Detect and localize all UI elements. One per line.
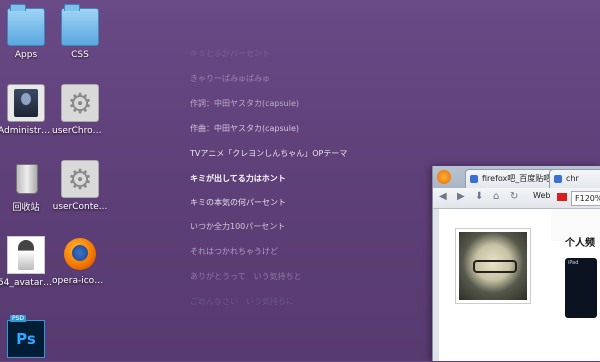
navigation-toolbar: ◀ ▶ ⬇ ⌂ ↻ Web F120% [433,188,600,209]
desktop-icon-recycle-bin[interactable]: 回收站 [0,160,54,213]
desktop-icon-label: CSS [71,50,89,60]
desktop-icon-opera-icon[interactable]: opera-icon... [52,236,108,286]
desktop-icon-apps[interactable]: Apps [0,4,54,60]
desktop-icon-administrator[interactable]: Administra... [0,84,54,136]
profile-photo[interactable] [455,228,531,304]
forward-icon[interactable]: ▶ [457,191,465,202]
desktop-icon-label: 回收站 [12,203,40,213]
section-title: 个人频 [565,238,595,249]
gear-file-icon [61,160,99,198]
desktop-icon-label: Apps [14,50,38,60]
lyric-line: キミとふかパーセント [190,49,270,58]
download-icon[interactable]: ⬇ [475,191,483,202]
tab-bar: firefox吧_百度贴吧 × chr [433,166,600,189]
lyric-line: 作詞：中田ヤスタカ(capsule) [190,99,300,108]
folder-icon [7,4,45,46]
folder-icon [61,4,99,46]
address-field[interactable]: F120% [571,191,600,206]
photoshop-logo-text: Ps [16,330,36,348]
psd-tag: PSD [10,315,27,322]
tab-chrome[interactable]: chr [549,169,600,189]
desktop-icon-label: opera-icon... [52,276,108,286]
lyric-line: TVアニメ「クレヨンしんちゃん」OPテーマ [190,149,348,158]
tab-favicon-icon [470,175,478,183]
lyric-line: 作曲：中田ヤスタカ(capsule) [190,124,300,133]
tab-label: chr [566,174,579,183]
photoshop-icon: PSD Ps [7,315,45,358]
lyric-line-current: キミが出してる力はホント [190,174,286,183]
tab-label: firefox吧_百度贴吧 [482,174,552,183]
lyric-line: ごめんなさい いう気持ちに [190,297,294,306]
browser-window[interactable]: firefox吧_百度贴吧 × chr ◀ ▶ ⬇ ⌂ ↻ Web F120% … [432,166,600,361]
desktop-icon-psd[interactable]: PSD Ps [0,315,54,362]
lyric-line: きゃりーぱみゅぱみゅ [190,74,270,83]
back-icon[interactable]: ◀ [439,191,447,202]
home-icon[interactable]: ⌂ [493,191,499,202]
lyric-line: それはつかれちゃうけど [190,247,278,256]
user-folder-icon [7,84,45,122]
desktop-icon-avatar[interactable]: 54_avatar_... [0,236,54,288]
desktop-icon-usercontent[interactable]: userConte... [52,160,108,212]
desktop-icon-userchrome[interactable]: userChrom... [52,84,108,136]
china-flag-icon [557,193,567,201]
desktop-icon-label: userConte... [52,202,108,212]
lyric-line: キミの本気の何パーセント [190,198,286,207]
gear-file-icon [61,84,99,122]
firefox-icon [62,236,98,272]
firefox-menu-icon[interactable] [437,170,451,184]
desktop-icon-label: userChrom... [52,126,108,136]
desktop-icon-css[interactable]: CSS [52,4,108,60]
tab-favicon-icon [554,175,562,183]
lyric-line: ありがとうって いう気持ちと [190,272,302,281]
recycle-bin-icon [8,160,44,196]
search-engine-label[interactable]: Web [533,191,550,200]
device-thumbnail[interactable]: iPad [565,258,597,318]
reload-icon[interactable]: ↻ [510,191,518,202]
device-label: iPad [568,260,579,266]
desktop-icon-label: 54_avatar_... [0,278,54,288]
lyric-line: いつか全力100パーセント [190,222,286,231]
image-file-icon [7,236,45,274]
desktop-icon-label: Administra... [0,126,54,136]
